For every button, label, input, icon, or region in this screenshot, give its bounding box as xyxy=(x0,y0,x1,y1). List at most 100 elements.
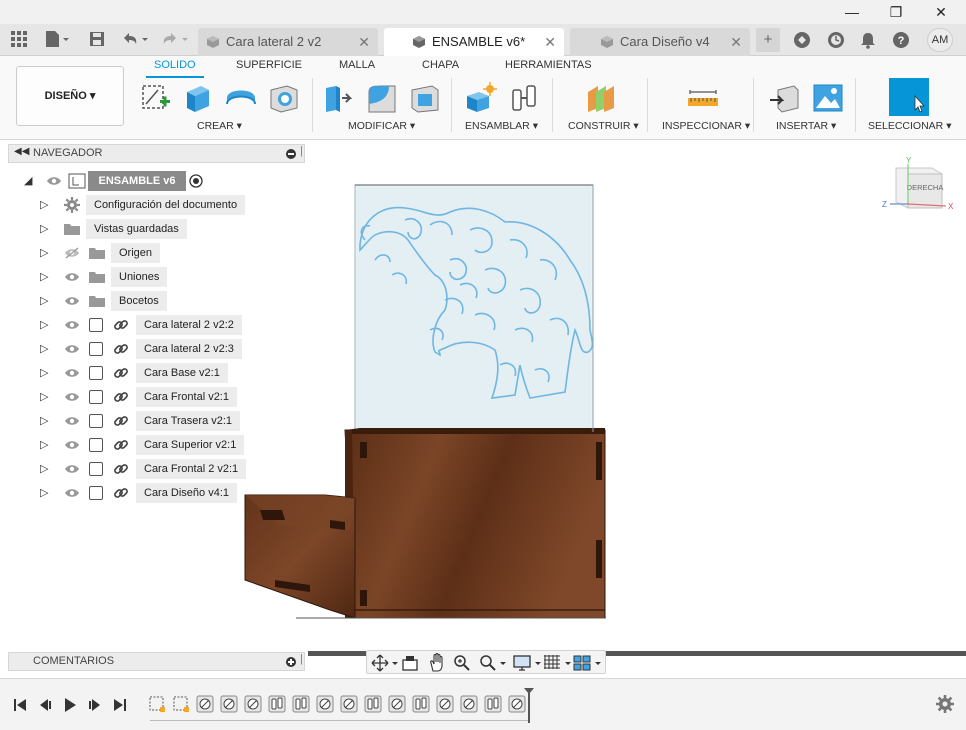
close-icon[interactable]: ✕ xyxy=(926,2,956,22)
browser-panel-header[interactable]: ◀◀ NAVEGADOR | xyxy=(8,144,305,163)
expand-arrow-icon[interactable]: ▷ xyxy=(40,339,48,359)
expand-arrow-icon[interactable]: ▷ xyxy=(40,219,48,239)
pin-icon[interactable]: | xyxy=(300,145,303,157)
viewcube[interactable]: DERECHA Y Z X xyxy=(880,156,962,218)
job-status-icon[interactable] xyxy=(824,28,848,52)
display-settings-icon[interactable] xyxy=(513,654,543,672)
tab-cara-lateral[interactable]: Cara lateral 2 v2 ✕ xyxy=(198,28,378,56)
group-crear[interactable]: CREAR ▾ xyxy=(197,120,242,132)
tab-cara-diseno[interactable]: Cara Diseño v4 ✕ xyxy=(570,28,750,56)
select-tool-icon[interactable] xyxy=(889,78,929,116)
timeline-sketch-icon[interactable] xyxy=(172,695,190,713)
zoom-icon[interactable] xyxy=(453,654,471,672)
tree-item[interactable]: ▷ Cara lateral 2 v2:3 xyxy=(40,339,260,359)
visibility-eye-icon[interactable] xyxy=(64,439,80,451)
minimize-icon[interactable]: — xyxy=(837,2,867,22)
timeline-component-icon[interactable] xyxy=(388,695,406,713)
group-construir[interactable]: CONSTRUIR ▾ xyxy=(568,120,639,132)
timeline-component-icon[interactable] xyxy=(340,695,358,713)
visibility-eye-icon[interactable] xyxy=(46,175,62,187)
tab-malla[interactable]: MALLA xyxy=(339,59,375,71)
fillet-icon[interactable] xyxy=(365,82,399,114)
tree-item[interactable]: ▷ Cara Trasera v2:1 xyxy=(40,411,260,431)
tab-herramientas[interactable]: HERRAMIENTAS xyxy=(505,59,592,71)
visibility-eye-icon[interactable] xyxy=(64,463,80,475)
step-forward-icon[interactable] xyxy=(87,697,103,713)
tree-item[interactable]: ▷ Uniones xyxy=(40,267,260,287)
expand-arrow-icon[interactable]: ▷ xyxy=(40,195,48,215)
expand-arrow-icon[interactable]: ▷ xyxy=(40,411,48,431)
new-tab-icon[interactable]: + xyxy=(756,28,780,52)
tree-root[interactable]: ◢ ENSAMBLE v6 xyxy=(24,171,214,191)
active-radio-icon[interactable] xyxy=(189,174,203,188)
extrude-icon[interactable] xyxy=(181,82,215,114)
expand-arrow-icon[interactable]: ▷ xyxy=(40,387,48,407)
go-to-start-icon[interactable] xyxy=(12,697,28,713)
close-tab-icon[interactable]: ✕ xyxy=(730,28,742,56)
visibility-eye-icon[interactable] xyxy=(64,367,80,379)
group-inspeccionar[interactable]: INSPECCIONAR ▾ xyxy=(662,120,750,132)
play-icon[interactable] xyxy=(62,697,78,713)
grid-settings-icon[interactable] xyxy=(543,654,573,672)
tree-item[interactable]: ▷ Configuración del documento xyxy=(40,195,260,215)
timeline-component-icon[interactable] xyxy=(436,695,454,713)
group-seleccionar[interactable]: SELECCIONAR ▾ xyxy=(868,120,951,132)
user-avatar[interactable]: AM xyxy=(927,28,953,52)
joint-icon[interactable] xyxy=(507,82,541,114)
group-modificar[interactable]: MODIFICAR ▾ xyxy=(348,120,415,132)
timeline-component-icon[interactable] xyxy=(460,695,478,713)
visibility-eye-icon[interactable] xyxy=(64,415,80,427)
timeline-settings-gear-icon[interactable] xyxy=(936,695,954,713)
tab-solido[interactable]: SOLIDO xyxy=(154,59,196,71)
group-insertar[interactable]: INSERTAR ▾ xyxy=(776,120,836,132)
zoom-window-icon[interactable] xyxy=(479,654,507,672)
maximize-icon[interactable]: ❐ xyxy=(881,2,911,22)
offset-plane-icon[interactable] xyxy=(584,82,618,114)
tree-item[interactable]: ▷ Vistas guardadas xyxy=(40,219,260,239)
help-icon[interactable]: ? xyxy=(889,28,913,52)
go-to-end-icon[interactable] xyxy=(112,697,128,713)
model-viewport[interactable] xyxy=(230,180,620,625)
tab-chapa[interactable]: CHAPA xyxy=(422,59,459,71)
notifications-icon[interactable] xyxy=(856,28,880,52)
timeline-joint-icon[interactable] xyxy=(484,695,502,713)
timeline-joint-icon[interactable] xyxy=(412,695,430,713)
tree-item[interactable]: ▷ Cara Frontal 2 v2:1 xyxy=(40,459,260,479)
expand-arrow-icon[interactable]: ▷ xyxy=(40,483,48,503)
tree-item[interactable]: ▷ Cara Diseño v4:1 xyxy=(40,483,260,503)
insert-derive-icon[interactable] xyxy=(768,82,802,114)
expand-arrow-icon[interactable]: ▷ xyxy=(40,243,48,263)
visibility-eye-icon[interactable] xyxy=(64,295,80,307)
shell-icon[interactable] xyxy=(408,82,442,114)
timeline-component-icon[interactable] xyxy=(316,695,334,713)
expand-arrow-icon[interactable]: ▷ xyxy=(40,267,48,287)
pin-icon[interactable]: | xyxy=(300,653,303,665)
tree-item[interactable]: ▷ Cara lateral 2 v2:2 xyxy=(40,315,260,335)
revolve-icon[interactable] xyxy=(224,82,258,114)
look-at-icon[interactable] xyxy=(401,654,419,672)
file-menu-icon[interactable] xyxy=(44,30,72,50)
insert-canvas-icon[interactable] xyxy=(811,82,845,114)
visibility-eye-icon[interactable] xyxy=(64,487,80,499)
tree-item[interactable]: ▷ Bocetos xyxy=(40,291,260,311)
create-sketch-icon[interactable] xyxy=(138,82,172,114)
group-ensamblar[interactable]: ENSAMBLAR ▾ xyxy=(465,120,538,132)
expand-arrow-icon[interactable]: ▷ xyxy=(40,291,48,311)
extensions-icon[interactable] xyxy=(790,28,814,52)
collapse-panel-icon[interactable]: ◀◀ xyxy=(14,146,29,157)
comments-panel[interactable]: COMENTARIOS | xyxy=(8,652,305,671)
apps-grid-icon[interactable] xyxy=(10,30,28,50)
plus-icon[interactable] xyxy=(286,657,296,667)
save-icon[interactable] xyxy=(88,30,106,50)
expand-arrow-icon[interactable]: ▷ xyxy=(40,315,48,335)
pan-icon[interactable] xyxy=(427,653,447,673)
timeline-component-icon[interactable] xyxy=(244,695,262,713)
tree-item[interactable]: ▷ Cara Frontal v2:1 xyxy=(40,387,260,407)
timeline-sketch-icon[interactable] xyxy=(148,695,166,713)
step-back-icon[interactable] xyxy=(37,697,53,713)
visibility-eye-icon[interactable] xyxy=(64,343,80,355)
timeline-joint-icon[interactable] xyxy=(268,695,286,713)
timeline-component-icon[interactable] xyxy=(196,695,214,713)
expand-arrow-icon[interactable]: ▷ xyxy=(40,459,48,479)
timeline-marker[interactable] xyxy=(523,687,535,723)
